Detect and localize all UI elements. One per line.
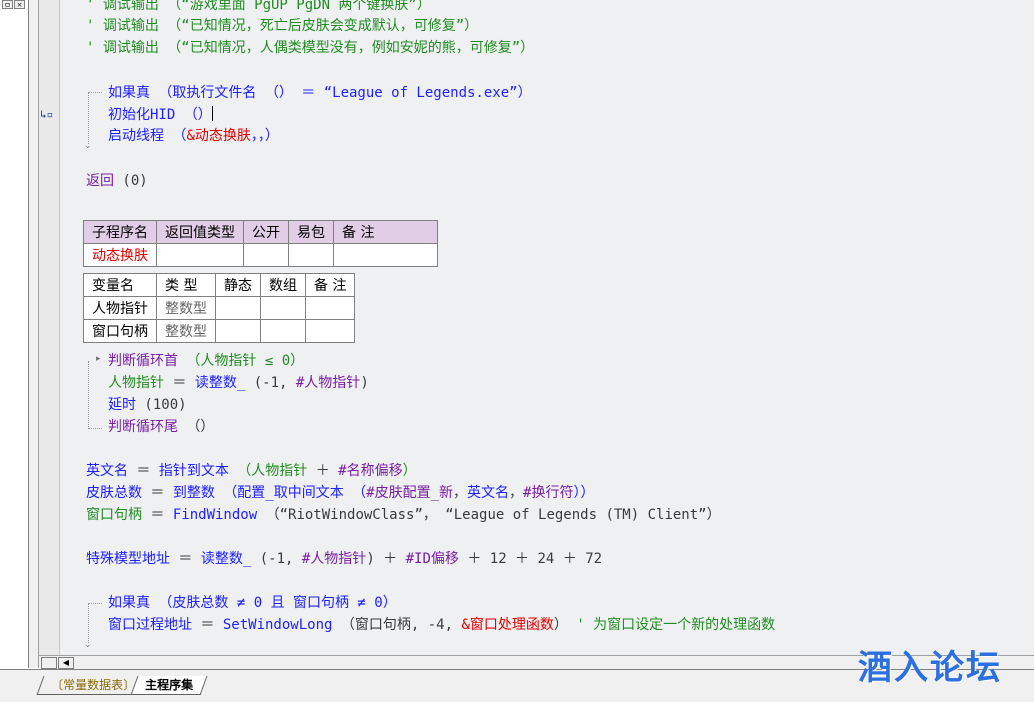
flow-line bbox=[88, 92, 89, 144]
comment-line: ' 调试输出 （“游戏里面 PgUP PgDN 两个键换肤”） bbox=[86, 0, 431, 13]
col-header: 变量名 bbox=[83, 273, 157, 297]
flow-arrow-icon: ⌄ bbox=[84, 141, 92, 151]
table-cell[interactable] bbox=[156, 243, 244, 267]
col-header: 公开 bbox=[243, 220, 289, 244]
variable-name[interactable]: 人物指针 bbox=[83, 296, 157, 320]
flow-line bbox=[88, 603, 102, 604]
line-gutter bbox=[39, 0, 60, 655]
assign-english-name[interactable]: 英文名 ＝ 指针到文本 （人物指针 ＋ #名称偏移） bbox=[86, 462, 417, 480]
col-header: 备 注 bbox=[304, 273, 356, 297]
loop-tail[interactable]: 判断循环尾 （） bbox=[108, 418, 214, 436]
variable-table: 变量名 类 型 静态 数组 备 注 人物指针 整数型 窗口句柄 整数型 bbox=[83, 273, 356, 343]
table-cell[interactable] bbox=[243, 243, 289, 267]
if-statement[interactable]: 如果真 （皮肤总数 ≠ 0 且 窗口句柄 ≠ 0） bbox=[108, 594, 397, 612]
set-window-proc[interactable]: 窗口过程地址 ＝ SetWindowLong （窗口句柄, -4, &窗口处理函… bbox=[108, 616, 775, 634]
start-thread-call[interactable]: 启动线程 （&动态换肤，，） bbox=[108, 127, 279, 145]
table-cell[interactable] bbox=[260, 296, 306, 320]
step-marker-icon: ↳▫ bbox=[40, 108, 54, 121]
close-icon[interactable]: × bbox=[14, 0, 25, 9]
assign-pointer[interactable]: 人物指针 ＝ 读整数_ (-1, #人物指针) bbox=[108, 374, 369, 392]
assign-window-handle[interactable]: 窗口句柄 ＝ FindWindow （“RiotWindowClass”， “L… bbox=[86, 506, 721, 524]
delay-call[interactable]: 延时 (100) bbox=[108, 396, 187, 414]
comment-line: ' 调试输出 （“已知情况，死亡后皮肤会变成默认，可修复”） bbox=[86, 18, 479, 34]
init-hid-call[interactable]: 初始化HID （） bbox=[108, 106, 213, 124]
table-cell[interactable] bbox=[304, 319, 356, 343]
assign-skin-count[interactable]: 皮肤总数 ＝ 到整数 （配置_取中间文本 （#皮肤配置_新，英文名，#换行符）） bbox=[86, 484, 594, 502]
tab-main-program-set[interactable]: 主程序集 bbox=[130, 676, 208, 695]
scroll-left-button[interactable] bbox=[41, 657, 57, 669]
scroll-left-arrow-icon[interactable]: ◀ bbox=[58, 657, 74, 669]
splitter[interactable] bbox=[29, 0, 39, 668]
return-statement[interactable]: 返回 (0) bbox=[86, 172, 148, 190]
col-header: 静态 bbox=[215, 273, 261, 297]
flow-line bbox=[88, 603, 89, 643]
flow-arrow-icon: ⌄ bbox=[84, 640, 92, 650]
flow-line bbox=[88, 428, 102, 429]
col-header: 易包 bbox=[288, 220, 334, 244]
flow-arrow-icon: ▸ bbox=[96, 354, 101, 364]
variable-type[interactable]: 整数型 bbox=[156, 319, 216, 343]
table-cell[interactable] bbox=[260, 319, 306, 343]
col-header: 数组 bbox=[260, 273, 306, 297]
variable-type[interactable]: 整数型 bbox=[156, 296, 216, 320]
col-header: 类 型 bbox=[156, 273, 216, 297]
restore-icon[interactable]: ㅁ bbox=[2, 0, 13, 9]
text-cursor bbox=[211, 106, 213, 121]
col-header: 返回值类型 bbox=[156, 220, 244, 244]
subroutine-table: 子程序名 返回值类型 公开 易包 备 注 动态换肤 bbox=[83, 220, 438, 267]
subroutine-name[interactable]: 动态换肤 bbox=[83, 243, 157, 267]
table-cell[interactable] bbox=[333, 243, 438, 267]
watermark-logo: 酒入论坛 bbox=[858, 648, 1002, 688]
flow-line bbox=[88, 361, 89, 429]
table-cell[interactable] bbox=[215, 296, 261, 320]
variable-name[interactable]: 窗口句柄 bbox=[83, 319, 157, 343]
table-cell[interactable] bbox=[215, 319, 261, 343]
table-cell[interactable] bbox=[288, 243, 334, 267]
col-header: 备 注 bbox=[333, 220, 438, 244]
comment-line: ' 调试输出 （“已知情况，人偶类模型没有，例如安妮的熊，可修复”） bbox=[86, 40, 535, 56]
left-panel: ㅁ × bbox=[0, 0, 29, 668]
table-cell[interactable] bbox=[304, 296, 356, 320]
assign-special-model[interactable]: 特殊模型地址 ＝ 读整数_ (-1, #人物指针) ＋ #ID偏移 ＋ 12 ＋… bbox=[86, 550, 602, 568]
flow-line bbox=[88, 92, 102, 93]
if-statement[interactable]: 如果真 （取执行文件名 （） ＝ “League of Legends.exe”… bbox=[108, 84, 532, 102]
loop-head[interactable]: 判断循环首 （人物指针 ≤ 0） bbox=[108, 352, 304, 370]
col-header: 子程序名 bbox=[83, 220, 157, 244]
